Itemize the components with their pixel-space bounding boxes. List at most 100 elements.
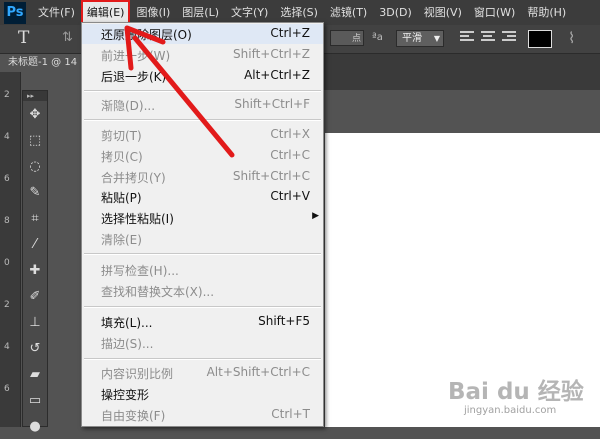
menu-item-copy[interactable]: 拷贝(C) Ctrl+C <box>82 146 323 166</box>
vertical-type-icon[interactable]: ⇅ <box>62 30 73 45</box>
antialias-icon: ªa <box>372 32 383 43</box>
menu-item-label: 拼写检查(H)... <box>101 264 179 278</box>
document-tab[interactable]: 未标题-1 @ 14 <box>0 54 82 72</box>
menu-item-free-transform[interactable]: 自由变换(F) Ctrl+T <box>82 405 323 425</box>
menu-item-stroke[interactable]: 描边(S)... <box>82 333 323 353</box>
menu-item-step-backward[interactable]: 后退一步(K) Alt+Ctrl+Z <box>82 66 323 86</box>
menu-item-fade[interactable]: 渐隐(D)... Shift+Ctrl+F <box>82 95 323 115</box>
font-size-field[interactable]: 点 <box>330 30 364 46</box>
menu-item-paste-special[interactable]: 选择性粘贴(I) ▶ <box>82 208 323 228</box>
menu-help[interactable]: 帮助(H) <box>521 0 572 25</box>
menu-filter[interactable]: 滤镜(T) <box>324 0 373 25</box>
ruler-number: 6 <box>4 384 10 394</box>
gradient-tool-icon[interactable]: ▭ <box>23 387 47 413</box>
menu-item-label: 拷贝(C) <box>101 150 143 164</box>
menu-separator <box>84 306 321 308</box>
menu-item-shortcut: Shift+Ctrl+C <box>232 169 310 183</box>
ruler-number: 6 <box>4 174 10 184</box>
menu-item-label: 前进一步(W) <box>101 49 171 63</box>
menu-item-undo[interactable]: 还原删除图层(O) Ctrl+Z <box>82 24 323 44</box>
menu-item-label: 选择性粘贴(I) <box>101 212 174 226</box>
history-brush-tool-icon[interactable]: ↺ <box>23 335 47 361</box>
warp-text-icon[interactable]: ⌇ <box>568 29 575 47</box>
menu-separator <box>84 253 321 255</box>
menu-item-shortcut: Shift+Ctrl+Z <box>233 47 310 61</box>
menu-item-find-replace[interactable]: 查找和替换文本(X)... <box>82 281 323 301</box>
menu-item-label: 查找和替换文本(X)... <box>101 285 215 299</box>
type-tool-icon[interactable]: T <box>18 28 29 48</box>
brush-tool-icon[interactable]: ✐ <box>23 283 47 309</box>
menu-item-shortcut: Alt+Shift+Ctrl+C <box>206 365 310 379</box>
align-right-icon[interactable] <box>502 31 516 45</box>
menu-item-label: 合并拷贝(Y) <box>101 171 166 185</box>
menu-view[interactable]: 视图(V) <box>418 0 468 25</box>
horizontal-ruler <box>320 72 600 90</box>
menu-item-shortcut: Ctrl+T <box>271 407 310 421</box>
menu-file[interactable]: 文件(F) <box>32 0 81 25</box>
marquee-tool-icon[interactable]: ⬚ <box>23 127 47 153</box>
ruler-number: 4 <box>4 342 10 352</box>
quick-select-tool-icon[interactable]: ✎ <box>23 179 47 205</box>
photoshop-logo: Ps <box>4 1 26 24</box>
antialias-select[interactable]: 平滑 ▼ <box>396 30 444 47</box>
ruler-number: 2 <box>4 90 10 100</box>
ruler-number: 8 <box>4 216 10 226</box>
menu-3d[interactable]: 3D(D) <box>373 0 418 25</box>
submenu-arrow-icon: ▶ <box>312 211 319 221</box>
tools-panel: ▸▸ ✥ ⬚ ◌ ✎ ⌗ ⁄ ✚ ✐ ⊥ ↺ ▰ ▭ ● <box>22 90 48 434</box>
menu-item-shortcut: Ctrl+X <box>270 127 310 141</box>
menu-separator <box>84 358 321 360</box>
edit-menu-dropdown: 还原删除图层(O) Ctrl+Z 前进一步(W) Shift+Ctrl+Z 后退… <box>81 22 324 427</box>
antialias-value: 平滑 <box>402 33 422 44</box>
menu-item-shortcut: Shift+Ctrl+F <box>234 97 310 111</box>
align-left-icon[interactable] <box>460 31 474 45</box>
baidu-jingyan-watermark: Bai du 经验 jingyan.baidu.com <box>448 372 598 422</box>
menu-item-label: 还原删除图层(O) <box>101 28 192 42</box>
lasso-tool-icon[interactable]: ◌ <box>23 153 47 179</box>
menu-separator <box>84 90 321 92</box>
menu-item-shortcut: Alt+Ctrl+Z <box>244 68 310 82</box>
menu-item-label: 清除(E) <box>101 233 142 247</box>
eyedropper-tool-icon[interactable]: ⁄ <box>23 231 47 257</box>
menu-item-shortcut: Shift+F5 <box>258 314 310 328</box>
menu-item-label: 描边(S)... <box>101 337 154 351</box>
menu-item-puppet-warp[interactable]: 操控变形 <box>82 384 323 404</box>
menu-item-shortcut: Ctrl+Z <box>270 26 310 40</box>
menu-item-label: 后退一步(K) <box>101 70 167 84</box>
text-color-swatch[interactable] <box>528 30 552 48</box>
menu-item-shortcut: Ctrl+C <box>270 148 310 162</box>
toolbox-collapse-icon[interactable]: ▸▸ <box>23 91 47 101</box>
healing-brush-tool-icon[interactable]: ✚ <box>23 257 47 283</box>
menu-item-paste[interactable]: 粘贴(P) Ctrl+V <box>82 187 323 207</box>
align-center-icon[interactable] <box>481 31 495 45</box>
menu-item-copy-merged[interactable]: 合并拷贝(Y) Shift+Ctrl+C <box>82 167 323 187</box>
menu-item-label: 自由变换(F) <box>101 409 166 423</box>
chevron-down-icon: ▼ <box>433 34 440 43</box>
menu-item-label: 渐隐(D)... <box>101 99 156 113</box>
menu-item-label: 剪切(T) <box>101 129 142 143</box>
vertical-ruler: 2 4 6 8 0 2 4 6 <box>0 72 21 427</box>
menu-item-label: 操控变形 <box>101 388 150 402</box>
menu-item-label: 粘贴(P) <box>101 191 142 205</box>
eraser-tool-icon[interactable]: ▰ <box>23 361 47 387</box>
menu-item-content-aware-scale[interactable]: 内容识别比例 Alt+Shift+Ctrl+C <box>82 363 323 383</box>
menu-item-fill[interactable]: 填充(L)... Shift+F5 <box>82 312 323 332</box>
menu-item-cut[interactable]: 剪切(T) Ctrl+X <box>82 125 323 145</box>
crop-tool-icon[interactable]: ⌗ <box>23 205 47 231</box>
ruler-number: 2 <box>4 300 10 310</box>
watermark-url: jingyan.baidu.com <box>464 405 557 416</box>
menu-separator <box>84 119 321 121</box>
ruler-number: 0 <box>4 258 10 268</box>
move-tool-icon[interactable]: ✥ <box>23 101 47 127</box>
menu-item-step-forward[interactable]: 前进一步(W) Shift+Ctrl+Z <box>82 45 323 65</box>
clone-stamp-tool-icon[interactable]: ⊥ <box>23 309 47 335</box>
menu-item-label: 填充(L)... <box>101 316 153 330</box>
menu-window[interactable]: 窗口(W) <box>468 0 521 25</box>
watermark-logo: Bai du 经验 <box>448 379 584 405</box>
ruler-number: 4 <box>4 132 10 142</box>
menu-item-label: 内容识别比例 <box>101 367 174 381</box>
menu-item-check-spelling[interactable]: 拼写检查(H)... <box>82 260 323 280</box>
blur-tool-icon[interactable]: ● <box>23 413 47 439</box>
menu-item-clear[interactable]: 清除(E) <box>82 229 323 249</box>
menu-item-shortcut: Ctrl+V <box>270 189 310 203</box>
